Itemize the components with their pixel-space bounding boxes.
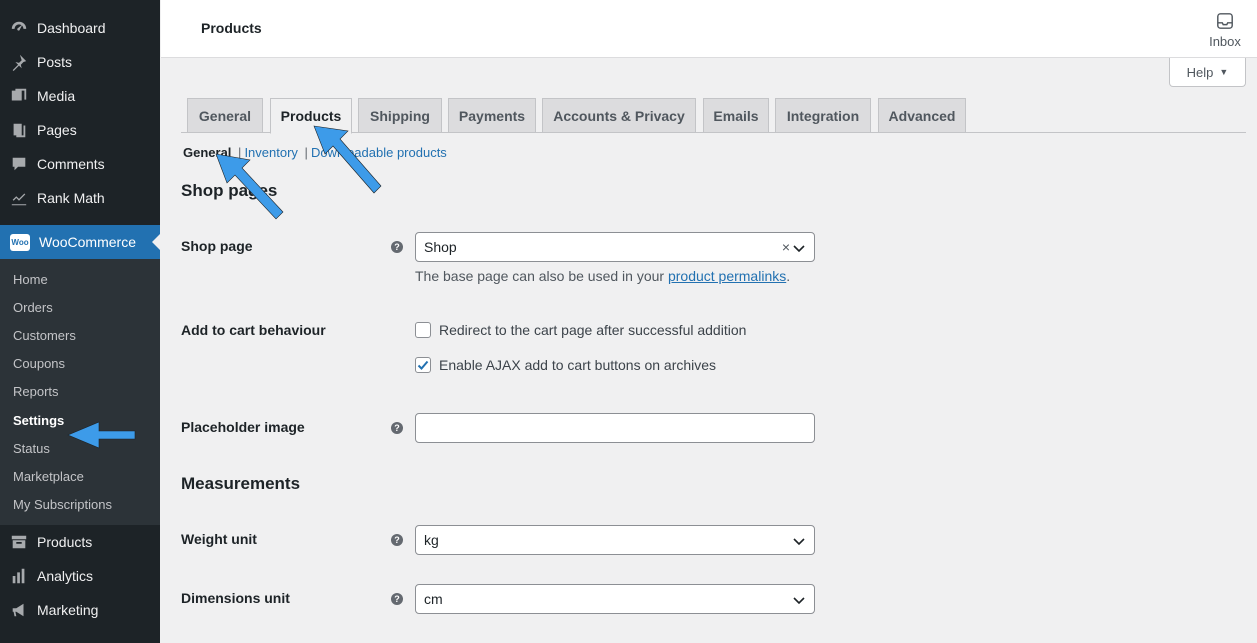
sidebar-item-label: WooCommerce (39, 234, 136, 250)
page-title: Products (201, 20, 262, 36)
caret-down-icon: ▼ (1219, 67, 1229, 77)
subnav-general[interactable]: General (183, 145, 231, 160)
inbox-icon (1217, 13, 1233, 29)
submenu-item-reports[interactable]: Reports (0, 378, 160, 406)
sidebar-item-posts[interactable]: Posts (0, 45, 160, 79)
clear-selection-icon[interactable]: × (782, 239, 790, 255)
help-label: Help (1186, 64, 1214, 80)
submenu-item-my-subscriptions[interactable]: My Subscriptions (0, 491, 160, 519)
sidebar-item-label: Products (37, 533, 93, 550)
sidebar-item-label: Marketing (37, 601, 99, 618)
section-subnav: General | Inventory | Downloadable product… (183, 145, 447, 160)
help-tip-icon[interactable]: ? (391, 241, 403, 253)
description-text: The base page can also be used in your (415, 268, 668, 284)
subnav-separator: | (304, 145, 308, 160)
help-button[interactable]: Help ▼ (1169, 58, 1246, 87)
chevron-down-icon (793, 245, 805, 253)
sidebar-item-products[interactable]: Products (0, 525, 160, 559)
settings-tabs: General Products Shipping Payments Accou… (181, 98, 1246, 134)
subnav-downloadable-products[interactable]: Downloadable products (311, 145, 447, 160)
submenu-item-coupons[interactable]: Coupons (0, 350, 160, 378)
dimensions-unit-value: cm (424, 591, 443, 607)
sidebar-item-woocommerce[interactable]: Woo WooCommerce (0, 225, 160, 259)
woocommerce-icon: Woo (10, 233, 30, 251)
sidebar-item-label: Analytics (37, 567, 94, 584)
chevron-down-icon (793, 538, 805, 546)
inbox-label: Inbox (1209, 34, 1241, 49)
tab-general[interactable]: General (187, 98, 263, 133)
tab-products[interactable]: Products (270, 98, 352, 134)
checkbox-label: Redirect to the cart page after successf… (439, 322, 747, 338)
bar-chart-icon (10, 567, 28, 585)
sidebar-item-label: Dashboard (37, 20, 106, 36)
subnav-separator: | (238, 145, 242, 160)
sidebar-item-label: Media (37, 88, 76, 104)
subnav-inventory[interactable]: Inventory (244, 145, 297, 160)
redirect-to-cart-checkbox[interactable] (415, 322, 431, 338)
archive-icon (10, 533, 28, 551)
chart-icon (10, 189, 28, 207)
tab-accounts-privacy[interactable]: Accounts & Privacy (542, 98, 696, 133)
comment-icon (10, 155, 28, 173)
checkmark-icon (417, 360, 429, 370)
description-text: . (786, 268, 791, 284)
sidebar-item-comments[interactable]: Comments (0, 147, 160, 181)
sidebar-item-label: Rank Math (37, 190, 105, 206)
submenu-item-customers[interactable]: Customers (0, 321, 160, 349)
tab-emails[interactable]: Emails (703, 98, 769, 133)
sidebar-item-analytics[interactable]: Analytics (0, 559, 160, 593)
help-tip-icon[interactable]: ? (391, 593, 403, 605)
help-tip-icon[interactable]: ? (391, 534, 403, 546)
submenu-item-marketplace[interactable]: Marketplace (0, 462, 160, 490)
sidebar-item-rank-math[interactable]: Rank Math (0, 181, 160, 215)
pin-icon (10, 53, 28, 71)
tab-advanced[interactable]: Advanced (878, 98, 966, 133)
inbox-button[interactable]: Inbox (1207, 12, 1243, 49)
checkbox-label: Enable AJAX add to cart buttons on archi… (439, 357, 717, 373)
ajax-add-to-cart-option[interactable]: Enable AJAX add to cart buttons on archi… (415, 357, 716, 373)
weight-unit-value: kg (424, 532, 439, 548)
tab-shipping[interactable]: Shipping (358, 98, 442, 133)
sidebar-item-dashboard[interactable]: Dashboard (0, 11, 160, 45)
placeholder-image-input[interactable] (415, 413, 815, 443)
submenu-item-settings[interactable]: Settings (0, 406, 160, 434)
sidebar-item-media[interactable]: Media (0, 79, 160, 113)
woocommerce-submenu: Home Orders Customers Coupons Reports Se… (0, 259, 160, 525)
sidebar-item-pages[interactable]: Pages (0, 113, 160, 147)
section-title-shop-pages: Shop pages (181, 181, 278, 200)
shop-page-description: The base page can also be used in your p… (415, 268, 790, 284)
help-tip-icon[interactable]: ? (391, 422, 403, 434)
weight-unit-label: Weight unit (181, 531, 257, 547)
sidebar-item-marketing[interactable]: Marketing (0, 593, 160, 627)
section-title-measurements: Measurements (181, 474, 301, 493)
weight-unit-select[interactable]: kg (415, 525, 815, 555)
sidebar-item-label: Pages (37, 122, 77, 138)
submenu-item-orders[interactable]: Orders (0, 293, 160, 321)
shop-page-label: Shop page (181, 238, 253, 254)
shop-page-select[interactable]: Shop × (415, 232, 815, 262)
admin-sidebar: Dashboard Posts Media Pages Comments Ran… (0, 0, 160, 643)
tab-integration[interactable]: Integration (775, 98, 871, 133)
product-permalinks-link[interactable]: product permalinks (668, 268, 786, 284)
placeholder-image-label: Placeholder image (181, 419, 305, 435)
add-to-cart-label: Add to cart behaviour (181, 322, 326, 338)
media-icon (10, 87, 28, 105)
dashboard-icon (10, 19, 28, 37)
dimensions-unit-select[interactable]: cm (415, 584, 815, 614)
megaphone-icon (10, 601, 28, 619)
submenu-item-status[interactable]: Status (0, 434, 160, 462)
submenu-item-home[interactable]: Home (0, 265, 160, 293)
tab-payments[interactable]: Payments (448, 98, 536, 133)
shop-page-value: Shop (424, 239, 457, 255)
chevron-down-icon (793, 597, 805, 605)
ajax-add-to-cart-checkbox[interactable] (415, 357, 431, 373)
pages-icon (10, 121, 28, 139)
sidebar-item-label: Comments (37, 156, 105, 172)
top-bar: Products Inbox (161, 0, 1257, 58)
sidebar-item-label: Posts (37, 54, 73, 70)
redirect-to-cart-option[interactable]: Redirect to the cart page after successf… (415, 322, 746, 338)
dimensions-unit-label: Dimensions unit (181, 590, 290, 606)
